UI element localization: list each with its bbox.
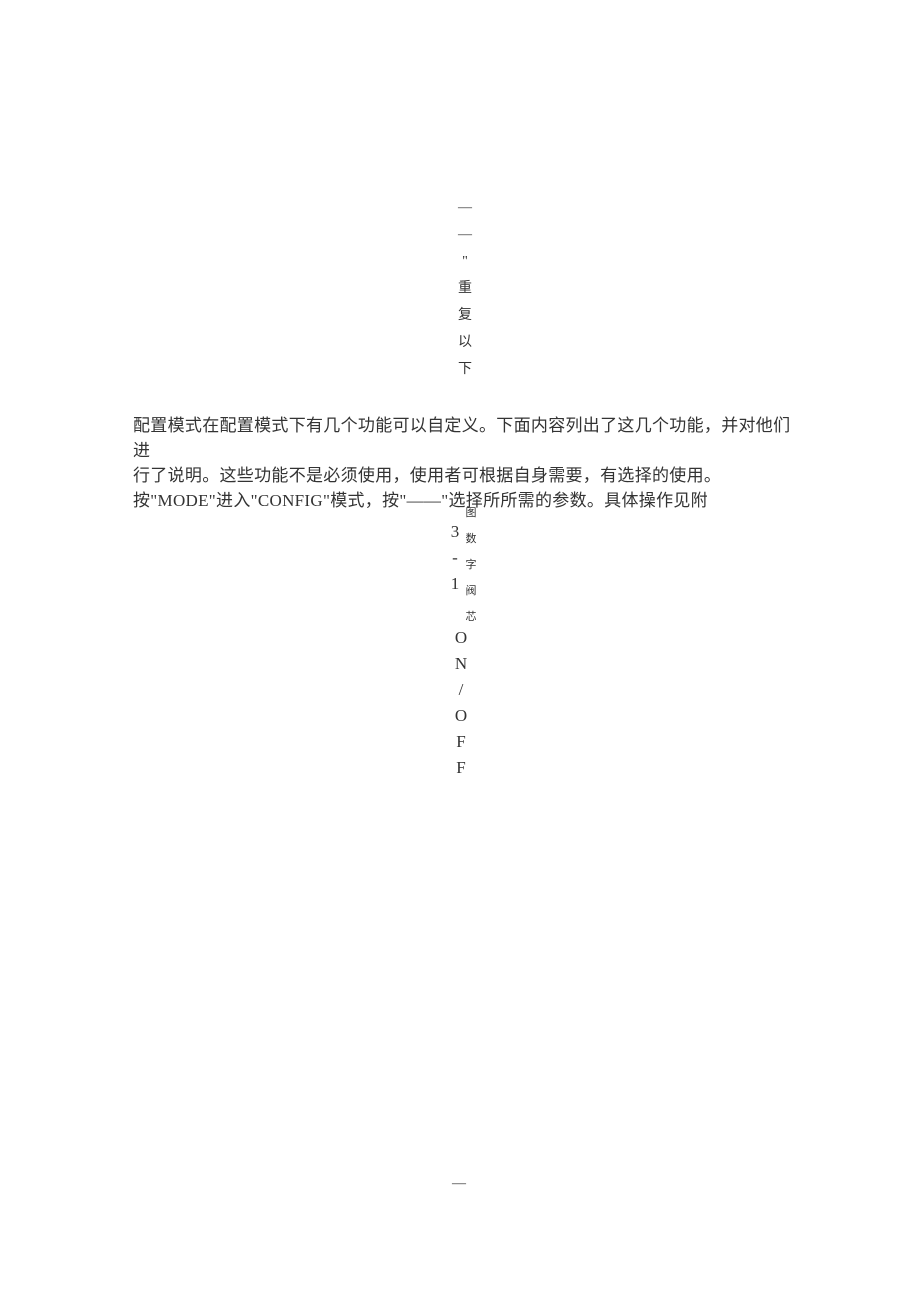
para-line-1: 配置模式在配置模式下有几个功能可以自定义。下面内容列出了这几个功能，并对他们进	[133, 413, 793, 463]
v2-center-char: F	[450, 729, 472, 755]
v2-center-char: O	[450, 703, 472, 729]
v1-char: "	[462, 248, 468, 275]
v2-center-char: O	[450, 625, 472, 651]
v1-char: 下	[458, 356, 472, 383]
v1-char: —	[458, 194, 472, 221]
v2-right-char: 图	[465, 500, 477, 526]
v2-left-char: 3	[448, 519, 462, 545]
v2-center-char: /	[450, 677, 472, 703]
v1-char: —	[458, 221, 472, 248]
v1-char: 重	[458, 275, 472, 302]
v1-char: 以	[458, 329, 472, 356]
v1-char: 复	[458, 302, 472, 329]
v2-right-char: 阀	[465, 578, 477, 604]
para-line-2: 行了说明。这些功能不是必须使用，使用者可根据自身需要，有选择的使用。	[133, 463, 793, 488]
vertical-text-block-1: — — " 重 复 以 下	[457, 194, 473, 383]
v2-right-char: 数	[465, 526, 477, 552]
v2-left-char: -	[448, 545, 462, 571]
footer-dash: —	[452, 1176, 466, 1192]
v2-center-column: O N / O F F	[450, 625, 472, 781]
v2-right-char: 字	[465, 552, 477, 578]
v2-left-char: 1	[448, 571, 462, 597]
v2-right-column: 图 数 字 阀 芯	[465, 500, 477, 630]
v2-center-char: F	[450, 755, 472, 781]
vertical-text-block-2: 3 - 1 图 数 字 阀 芯 O N / O F F	[448, 495, 478, 785]
v2-center-char: N	[450, 651, 472, 677]
v2-left-column: 3 - 1	[448, 519, 462, 597]
